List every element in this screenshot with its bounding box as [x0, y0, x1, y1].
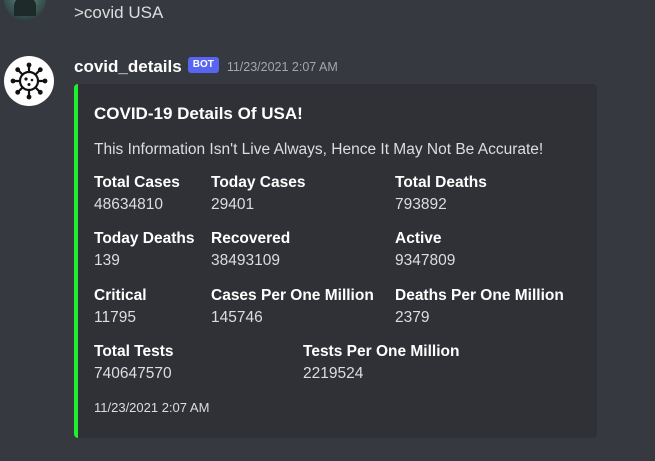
field-name: Deaths Per One Million	[395, 287, 564, 304]
covid-details-embed: COVID-19 Details Of USA! This Informatio…	[74, 84, 597, 438]
field-value: 740647570	[94, 365, 172, 382]
field-deaths-per-million: Deaths Per One Million 2379	[395, 285, 564, 329]
field-value: 9347809	[395, 252, 456, 269]
field-value: 48634810	[94, 196, 163, 213]
field-today-deaths: Today Deaths 139	[94, 228, 195, 272]
message-timestamp[interactable]: 11/23/2021 2:07 AM	[227, 60, 338, 74]
bot-username[interactable]: covid_details	[74, 56, 182, 78]
field-name: Total Deaths	[395, 174, 487, 191]
embed-footer-timestamp: 11/23/2021 2:07 AM	[94, 400, 210, 415]
field-name: Active	[395, 230, 442, 247]
field-value: 29401	[211, 196, 255, 213]
field-value: 2379	[395, 309, 430, 326]
field-tests-per-million: Tests Per One Million 2219524	[303, 341, 459, 385]
embed-title: COVID-19 Details Of USA!	[94, 104, 303, 123]
field-value: 11795	[94, 309, 136, 326]
field-recovered: Recovered 38493109	[211, 228, 290, 272]
field-name: Today Cases	[211, 174, 306, 191]
bot-avatar[interactable]	[4, 56, 54, 106]
virus-icon	[10, 62, 48, 100]
field-value: 793892	[395, 196, 447, 213]
field-total-cases: Total Cases 48634810	[94, 172, 180, 216]
field-name: Recovered	[211, 230, 291, 247]
field-cases-per-million: Cases Per One Million 145746	[211, 285, 374, 329]
field-name: Critical	[94, 287, 147, 304]
field-name: Total Tests	[94, 343, 174, 360]
chat-area: >covid USA covid_details BOT 11/23/2021 …	[0, 0, 655, 461]
field-value: 2219524	[303, 365, 364, 382]
bot-tag-badge: BOT	[187, 57, 219, 73]
field-name: Total Cases	[94, 174, 180, 191]
field-total-tests: Total Tests 740647570	[94, 341, 174, 385]
embed-description: This Information Isn't Live Always, Henc…	[94, 141, 544, 158]
field-value: 38493109	[211, 252, 280, 269]
field-critical: Critical 11795	[94, 285, 147, 329]
field-today-cases: Today Cases 29401	[211, 172, 305, 216]
message-header: covid_details BOT 11/23/2021 2:07 AM	[74, 56, 338, 78]
field-value: 139	[94, 252, 120, 269]
field-name: Today Deaths	[94, 230, 195, 247]
previous-message-text: >covid USA	[74, 3, 164, 22]
user-avatar[interactable]	[4, 0, 46, 20]
field-active: Active 9347809	[395, 228, 455, 272]
field-value: 145746	[211, 309, 263, 326]
field-name: Cases Per One Million	[211, 287, 374, 304]
field-total-deaths: Total Deaths 793892	[395, 172, 487, 216]
field-name: Tests Per One Million	[303, 343, 460, 360]
